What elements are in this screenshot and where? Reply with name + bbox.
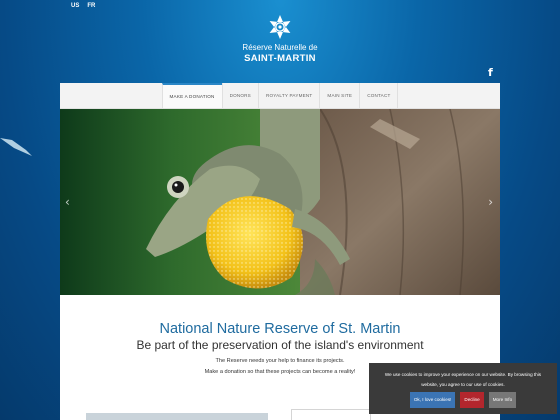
slider-next-arrow[interactable]: › — [488, 195, 493, 209]
nav-item-main-site[interactable]: MAIN SITE — [319, 83, 359, 108]
nav-item-royalty-payment[interactable]: ROYALTY PAYMENT — [257, 83, 319, 108]
cookie-more-info-button[interactable]: More Info — [488, 392, 517, 408]
logo-line1: Réserve Naturelle de — [242, 43, 318, 52]
cookie-text1: We use cookies to improve your experienc… — [384, 372, 542, 377]
fish-decoration — [0, 138, 32, 156]
nav-item-donors[interactable]: DONORS — [221, 83, 258, 108]
site-logo[interactable]: Réserve Naturelle de SAINT-MARTIN — [0, 14, 560, 64]
cookie-decline-button[interactable]: Decline — [460, 392, 484, 408]
cookie-accept-button[interactable]: Ok, I love cookies! — [409, 392, 456, 408]
language-switcher: US FR — [71, 3, 95, 9]
card-placeholder — [291, 409, 371, 420]
card-image-placeholder — [86, 413, 268, 420]
facebook-icon[interactable]: f — [488, 66, 493, 79]
cookie-buttons: Ok, I love cookies! Decline More Info — [369, 392, 557, 408]
nav-item-make-donation[interactable]: MAKE A DONATION — [161, 83, 222, 108]
cookie-text2: website, you agree to our use of cookies… — [421, 382, 505, 387]
slider-prev-arrow[interactable]: ‹ — [65, 195, 70, 209]
lang-us-link[interactable]: US — [71, 3, 79, 9]
main-nav: MAKE A DONATION DONORS ROYALTY PAYMENT M… — [60, 83, 500, 109]
nav-item-contact[interactable]: CONTACT — [359, 83, 399, 108]
image-slider[interactable]: ‹ › — [60, 109, 500, 295]
slider-image — [60, 109, 500, 295]
page-subtitle: Be part of the preservation of the islan… — [136, 338, 424, 352]
cookie-banner: We use cookies to improve your experienc… — [369, 363, 557, 414]
lang-fr-link[interactable]: FR — [87, 3, 95, 9]
page-title: National Nature Reserve of St. Martin — [159, 321, 401, 337]
logo-line2: SAINT-MARTIN — [244, 53, 316, 64]
reserve-emblem-icon — [269, 15, 291, 39]
